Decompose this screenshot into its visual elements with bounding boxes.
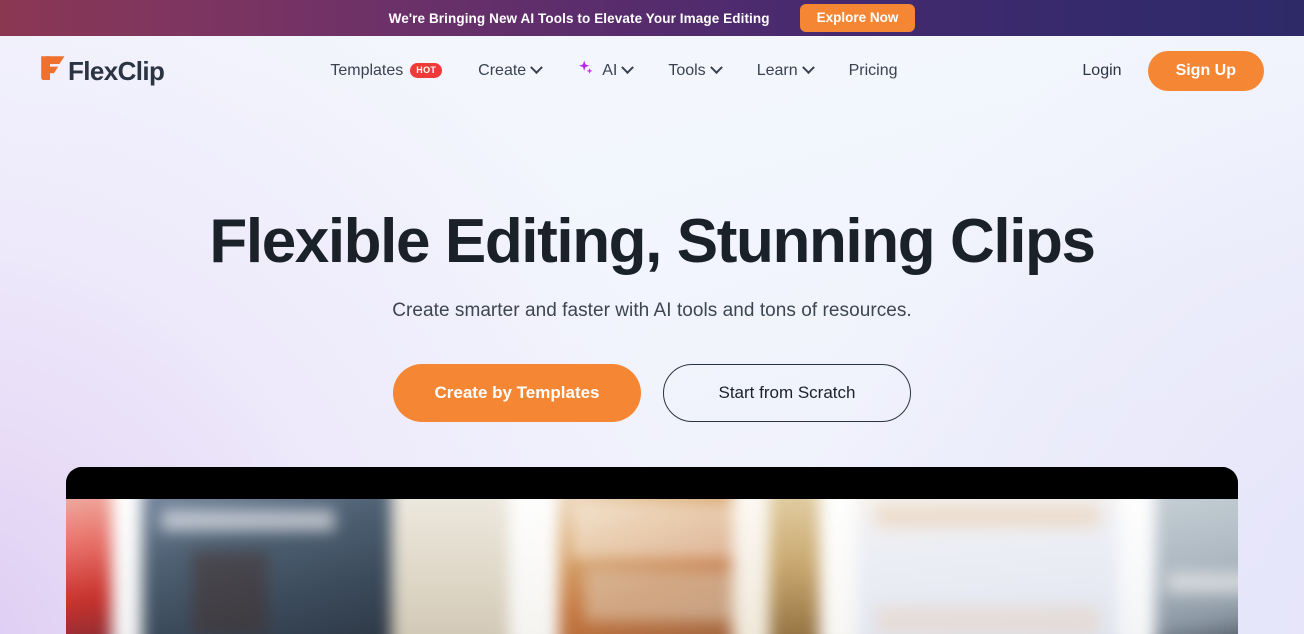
collage-accent	[1167, 572, 1238, 594]
sign-up-button[interactable]: Sign Up	[1147, 50, 1264, 91]
nav-label-templates: Templates	[330, 61, 404, 79]
sparkle-icon	[577, 59, 597, 83]
nav-label-ai: AI	[602, 61, 618, 79]
promo-banner-message: We're Bringing New AI Tools to Elevate Y…	[388, 10, 770, 26]
hero-subtitle: Create smarter and faster with AI tools …	[392, 300, 912, 322]
nav-label-create: Create	[478, 61, 527, 79]
chevron-down-icon	[801, 61, 815, 75]
nav-item-templates[interactable]: Templates HOT	[330, 61, 443, 79]
flexclip-logo[interactable]: FlexClip	[40, 53, 165, 88]
nav-label-learn: Learn	[756, 61, 798, 79]
login-link[interactable]: Login	[1082, 62, 1121, 80]
page-title: Flexible Editing, Stunning Clips	[209, 207, 1096, 276]
hero-section: Flexible Editing, Stunning Clips Create …	[0, 105, 1304, 423]
flexclip-logo-text: FlexClip	[68, 55, 165, 86]
promo-banner: We're Bringing New AI Tools to Elevate Y…	[0, 0, 1304, 36]
collage-photo	[66, 480, 118, 634]
collage-accent	[875, 606, 1100, 634]
hero-media-panel[interactable]	[66, 467, 1238, 634]
hero-media-collage	[66, 480, 1238, 634]
nav-item-pricing[interactable]: Pricing	[848, 61, 898, 79]
collage-accent	[571, 501, 733, 560]
collage-accent	[583, 568, 733, 621]
media-letterbox	[66, 467, 1238, 499]
header-actions: Login Sign Up	[1082, 50, 1264, 91]
explore-now-button[interactable]: Explore Now	[799, 4, 916, 32]
nav-label-tools: Tools	[668, 61, 706, 79]
nav-item-learn[interactable]: Learn	[756, 61, 815, 79]
chevron-down-icon	[621, 61, 635, 75]
collage-accent	[192, 550, 267, 634]
create-by-templates-button[interactable]: Create by Templates	[393, 364, 641, 423]
collage-accent	[161, 510, 336, 531]
hot-badge: HOT	[410, 63, 443, 78]
site-header: FlexClip Templates HOT Create AI Tools L…	[0, 36, 1304, 105]
nav-item-tools[interactable]: Tools	[668, 61, 723, 79]
collage-photo	[1155, 480, 1238, 634]
hero-cta-group: Create by Templates Start from Scratch	[0, 364, 1304, 423]
collage-accent	[875, 504, 1100, 528]
flexclip-f-mark-icon	[40, 53, 66, 88]
chevron-down-icon	[709, 61, 723, 75]
main-navigation: Templates HOT Create AI Tools Learn Pric…	[330, 59, 898, 83]
nav-item-ai[interactable]: AI	[577, 59, 635, 83]
chevron-down-icon	[530, 61, 544, 75]
start-from-scratch-button[interactable]: Start from Scratch	[663, 364, 911, 423]
nav-label-pricing: Pricing	[848, 61, 898, 79]
collage-photo	[142, 480, 404, 634]
collage-photo	[391, 480, 516, 634]
nav-item-create[interactable]: Create	[478, 61, 544, 79]
